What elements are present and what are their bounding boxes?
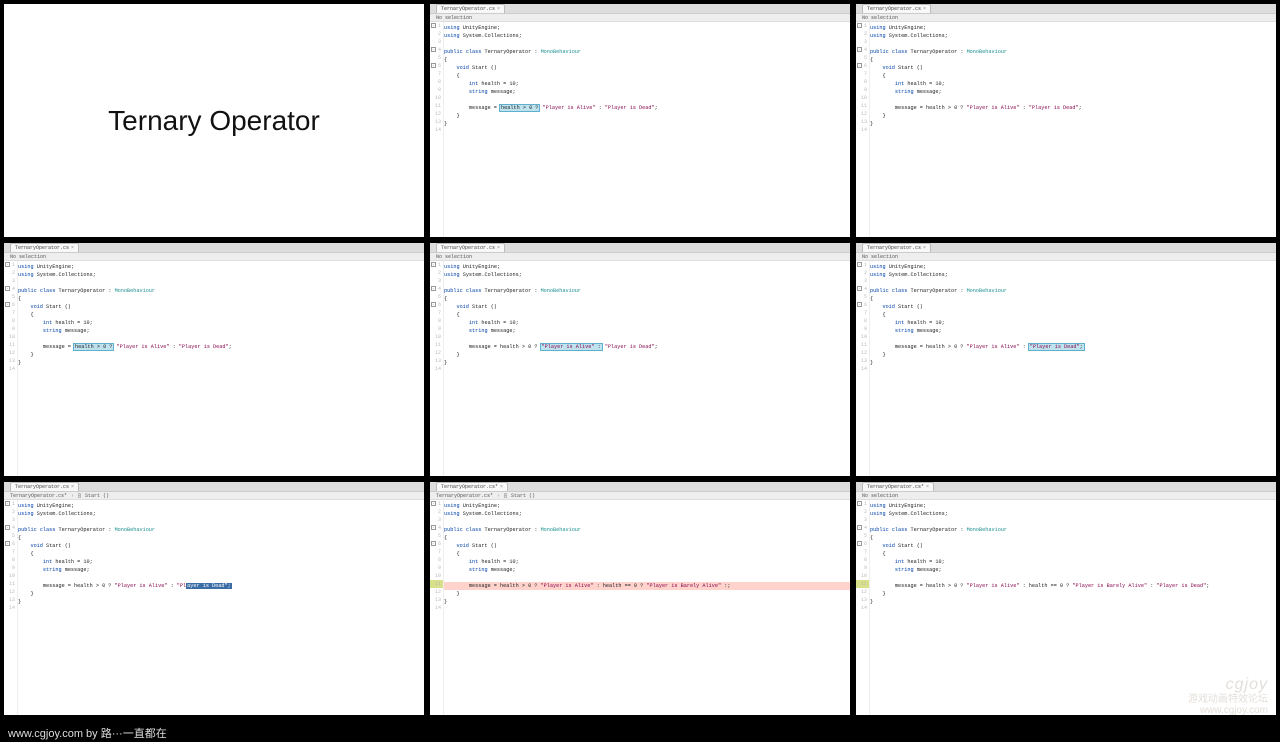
- file-tab[interactable]: TernaryOperator.cs*×: [436, 482, 508, 491]
- file-tab[interactable]: TernaryOperator.cs×: [862, 243, 931, 252]
- close-icon[interactable]: ×: [497, 245, 500, 251]
- close-icon[interactable]: ×: [71, 484, 74, 490]
- breadcrumb: No selection: [430, 14, 850, 22]
- editor-pane-4: TernaryOperator.cs× No selection -123-45…: [2, 241, 426, 478]
- file-tab[interactable]: TernaryOperator.cs×: [436, 243, 505, 252]
- fold-icon[interactable]: -: [431, 63, 436, 68]
- file-tab[interactable]: TernaryOperator.cs*×: [862, 482, 934, 491]
- editor-pane-7: TernaryOperator.cs× TernaryOperator.cs* …: [2, 480, 426, 717]
- breadcrumb-text: No selection: [436, 15, 472, 21]
- editor-pane-5: TernaryOperator.cs× No selection -123-45…: [428, 241, 852, 478]
- method-icon: ⨀: [504, 493, 507, 499]
- close-icon[interactable]: ×: [923, 6, 926, 12]
- close-icon[interactable]: ×: [500, 484, 503, 490]
- method-icon: ⨀: [78, 493, 81, 499]
- slide-title: Ternary Operator: [2, 2, 426, 239]
- fold-icon[interactable]: -: [431, 23, 436, 28]
- video-frame-grid: Ternary Operator TernaryOperator.cs × No…: [0, 0, 1280, 719]
- close-icon[interactable]: ×: [71, 245, 74, 251]
- line-gutter: -1 2 3 -4 5 -6 7 8 9 10 11 12 13 14: [430, 22, 444, 237]
- tab-label: TernaryOperator.cs: [441, 6, 495, 12]
- code-editor[interactable]: -1 2 3 -4 5 -6 7 8 9 10 11 12 13 14 usin…: [430, 22, 850, 237]
- editor-pane-3: TernaryOperator.cs× No selection -123-45…: [854, 2, 1278, 239]
- close-icon[interactable]: ×: [926, 484, 929, 490]
- editor-pane-8: TernaryOperator.cs*× TernaryOperator.cs*…: [428, 480, 852, 717]
- file-tab[interactable]: TernaryOperator.cs×: [10, 243, 79, 252]
- file-tab[interactable]: TernaryOperator.cs ×: [436, 4, 505, 13]
- footer-text: www.cgjoy.com by 路···一直都在: [8, 725, 167, 741]
- editor-pane-9: TernaryOperator.cs*× No selection -123-4…: [854, 480, 1278, 717]
- breadcrumb[interactable]: TernaryOperator.cs* › ⨀ Start (): [4, 492, 424, 500]
- close-icon[interactable]: ×: [497, 6, 500, 12]
- file-tab[interactable]: TernaryOperator.cs×: [862, 4, 931, 13]
- file-tab[interactable]: TernaryOperator.cs×: [10, 482, 79, 491]
- close-icon[interactable]: ×: [923, 245, 926, 251]
- editor-pane-6: TernaryOperator.cs× No selection -123-45…: [854, 241, 1278, 478]
- breadcrumb[interactable]: TernaryOperator.cs* › ⨀ Start (): [430, 492, 850, 500]
- footer-bar: www.cgjoy.com by 路···一直都在: [0, 724, 1280, 742]
- title-text: Ternary Operator: [108, 105, 320, 137]
- code-body[interactable]: using UnityEngine; using System.Collecti…: [444, 22, 850, 237]
- editor-pane-2: TernaryOperator.cs × No selection -1 2 3…: [428, 2, 852, 239]
- fold-icon[interactable]: -: [431, 47, 436, 52]
- tab-bar: TernaryOperator.cs ×: [430, 4, 850, 14]
